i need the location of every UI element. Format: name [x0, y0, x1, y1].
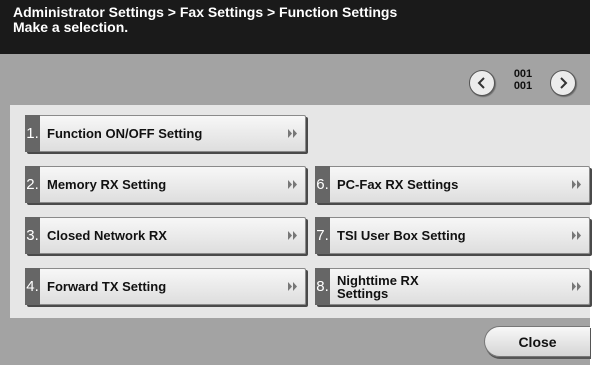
chevron-right-icon: [560, 77, 568, 89]
pc-fax-rx-settings-button[interactable]: 6. PC-Fax RX Settings: [315, 166, 590, 203]
item-label: Function ON/OFF Setting: [47, 126, 203, 141]
item-number: 3.: [25, 217, 40, 254]
item-number: 8.: [315, 268, 330, 305]
function-on-off-setting-button[interactable]: 1. Function ON/OFF Setting: [25, 115, 306, 152]
header-bar: Administrator Settings > Fax Settings > …: [0, 0, 590, 54]
item-label: PC-Fax RX Settings: [337, 177, 459, 192]
item-label: TSI User Box Setting: [337, 228, 466, 243]
double-chevron-right-icon: [572, 282, 581, 291]
forward-tx-setting-button[interactable]: 4. Forward TX Setting: [25, 268, 306, 305]
item-number: 7.: [315, 217, 330, 254]
double-chevron-right-icon: [572, 180, 581, 189]
current-page: 001: [513, 68, 533, 80]
double-chevron-right-icon: [288, 180, 297, 189]
item-number: 6.: [315, 166, 330, 203]
breadcrumb: Administrator Settings > Fax Settings > …: [13, 4, 398, 20]
nighttime-rx-settings-button[interactable]: 8. Nighttime RX Settings: [315, 268, 590, 305]
item-label: Memory RX Setting: [47, 177, 167, 192]
item-number: 4.: [25, 268, 40, 305]
tsi-user-box-setting-button[interactable]: 7. TSI User Box Setting: [315, 217, 590, 254]
close-button[interactable]: Close: [484, 326, 590, 357]
item-label: Closed Network RX: [47, 228, 167, 243]
double-chevron-right-icon: [288, 282, 297, 291]
closed-network-rx-button[interactable]: 3. Closed Network RX: [25, 217, 306, 254]
item-label: Forward TX Setting: [47, 279, 167, 294]
double-chevron-right-icon: [288, 231, 297, 240]
memory-rx-setting-button[interactable]: 2. Memory RX Setting: [25, 166, 306, 203]
prev-page-button[interactable]: [469, 70, 495, 96]
page-indicator: 001 001: [507, 68, 539, 92]
fax-function-settings-screen: Administrator Settings > Fax Settings > …: [0, 0, 598, 365]
chevron-left-icon: [477, 77, 485, 89]
item-number: 1.: [25, 115, 40, 152]
total-pages: 001: [513, 80, 533, 92]
item-label: Nighttime RX Settings: [337, 272, 419, 301]
item-number: 2.: [25, 166, 40, 203]
next-page-button[interactable]: [550, 70, 576, 96]
double-chevron-right-icon: [288, 129, 297, 138]
double-chevron-right-icon: [572, 231, 581, 240]
instruction-text: Make a selection.: [13, 19, 129, 35]
